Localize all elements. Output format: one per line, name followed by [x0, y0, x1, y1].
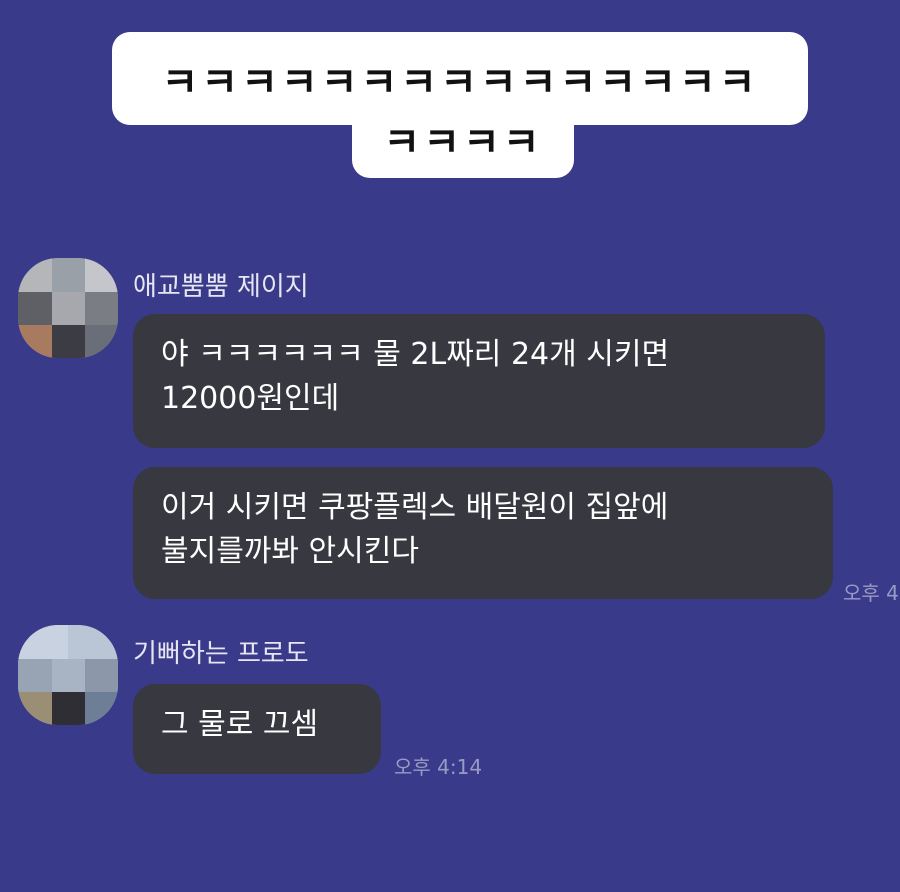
chat-bubble[interactable]: 야 ㅋㅋㅋㅋㅋㅋ 물 2L짜리 24개 시키면 12000원인데 [133, 314, 825, 448]
chat-bubble[interactable]: 그 물로 끄셈 [133, 684, 381, 774]
message-timestamp: 오후 4:14 [394, 755, 483, 779]
message-text-line: 그 물로 끄셈 [161, 707, 319, 742]
sender-name: 기뻐하는 프로도 [133, 639, 309, 669]
sent-message-line: ㅋㅋㅋㅋ [383, 120, 543, 166]
chat-bubble[interactable]: 이거 시키면 쿠팡플렉스 배달원이 집앞에 불지를까봐 안시킨다 [133, 467, 833, 599]
sent-message-line: ㅋㅋㅋㅋㅋㅋㅋㅋㅋㅋㅋㅋㅋㅋㅋ [161, 59, 759, 106]
message-text-line: 불지를까봐 안시킨다 [161, 534, 419, 569]
sender-name: 애교뿜뿜 제이지 [133, 272, 309, 302]
sent-message-bubble-continued[interactable]: ㅋㅋㅋㅋ [352, 100, 574, 178]
avatar[interactable] [18, 258, 118, 358]
message-text-line: 이거 시키면 쿠팡플렉스 배달원이 집앞에 [161, 490, 669, 525]
avatar[interactable] [18, 625, 118, 725]
message-text-line: 12000원인데 [161, 381, 340, 416]
message-timestamp: 오후 4 [843, 581, 899, 605]
message-text-line: 야 ㅋㅋㅋㅋㅋㅋ 물 2L짜리 24개 시키면 [161, 337, 670, 372]
